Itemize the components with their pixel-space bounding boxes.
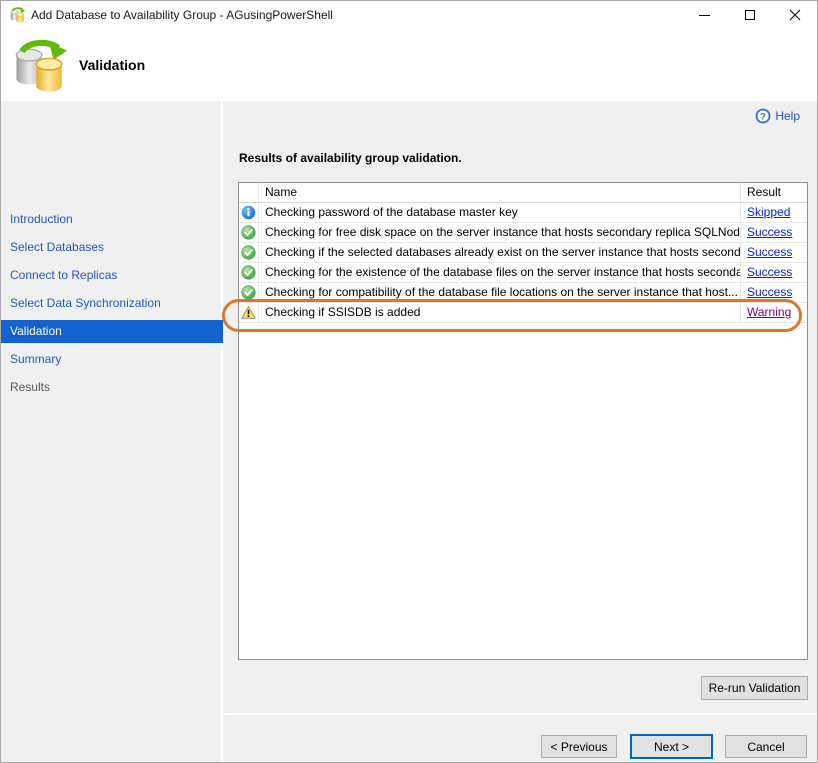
success-icon [241, 285, 256, 300]
sidebar-item-select-databases[interactable]: Select Databases [1, 236, 223, 259]
window-title: Add Database to Availability Group - AGu… [31, 8, 333, 22]
help-question-icon: ? [755, 108, 771, 124]
check-name: Checking password of the database master… [259, 203, 741, 222]
result-link-warning[interactable]: Warning [747, 305, 791, 319]
sidebar-item-validation[interactable]: Validation [1, 320, 223, 343]
header-name-column: Name [259, 183, 741, 202]
info-icon [241, 205, 256, 220]
sidebar-item-introduction[interactable]: Introduction [1, 208, 223, 231]
wizard-steps-sidebar: Introduction Select Databases Connect to… [1, 101, 223, 762]
result-link-success[interactable]: Success [747, 245, 792, 259]
sidebar-item-select-data-synchronization[interactable]: Select Data Synchronization [1, 292, 223, 315]
header-result-column: Result [747, 185, 782, 199]
table-row-warning[interactable]: Checking if SSISDB is added Warning [239, 303, 807, 323]
table-row[interactable]: Checking for free disk space on the serv… [239, 223, 807, 243]
help-label: Help [775, 109, 800, 123]
table-row[interactable]: Checking if the selected databases alrea… [239, 243, 807, 263]
sidebar-item-results: Results [10, 380, 51, 394]
validation-results-caption: Results of availability group validation… [239, 151, 462, 165]
success-icon [241, 265, 256, 280]
result-link-success[interactable]: Success [747, 285, 792, 299]
table-header-row: Name Result [239, 183, 807, 203]
result-link-skipped[interactable]: Skipped [747, 205, 790, 219]
minimize-button[interactable] [682, 1, 727, 29]
sidebar-item-connect-to-replicas[interactable]: Connect to Replicas [1, 264, 223, 287]
table-row[interactable]: Checking for the existence of the databa… [239, 263, 807, 283]
table-row[interactable]: Checking password of the database master… [239, 203, 807, 223]
result-link-success[interactable]: Success [747, 265, 792, 279]
cancel-button[interactable]: Cancel [725, 735, 807, 758]
header-icon-column [239, 183, 259, 202]
result-link-success[interactable]: Success [747, 225, 792, 239]
close-button[interactable] [772, 1, 817, 29]
warning-icon [241, 306, 256, 319]
next-button[interactable]: Next > [630, 734, 713, 759]
check-name: Checking if the selected databases alrea… [259, 243, 741, 262]
page-title: Validation [79, 57, 146, 73]
success-icon [241, 225, 256, 240]
app-database-icon [10, 7, 26, 23]
check-name: Checking for free disk space on the serv… [259, 223, 741, 242]
help-link[interactable]: ? Help [755, 108, 800, 124]
success-icon [241, 245, 256, 260]
validation-results-table: Name Result Checking password of the dat… [238, 182, 808, 660]
maximize-icon [744, 10, 755, 20]
table-row[interactable]: Checking for compatibility of the databa… [239, 283, 807, 303]
database-sync-icon [15, 39, 68, 92]
maximize-button[interactable] [727, 1, 772, 29]
footer-divider [225, 713, 817, 715]
rerun-validation-button[interactable]: Re-run Validation [701, 676, 808, 700]
close-icon [789, 9, 800, 21]
wizard-window: Add Database to Availability Group - AGu… [0, 0, 818, 763]
sidebar-item-summary[interactable]: Summary [1, 348, 223, 371]
window-controls [682, 1, 817, 29]
check-name: Checking for compatibility of the databa… [259, 283, 741, 302]
check-name: Checking if SSISDB is added [259, 303, 741, 322]
check-name: Checking for the existence of the databa… [259, 263, 741, 282]
previous-button[interactable]: < Previous [541, 735, 617, 758]
title-bar: Add Database to Availability Group - AGu… [1, 1, 817, 29]
svg-text:?: ? [760, 112, 766, 123]
minimize-icon [699, 14, 710, 16]
